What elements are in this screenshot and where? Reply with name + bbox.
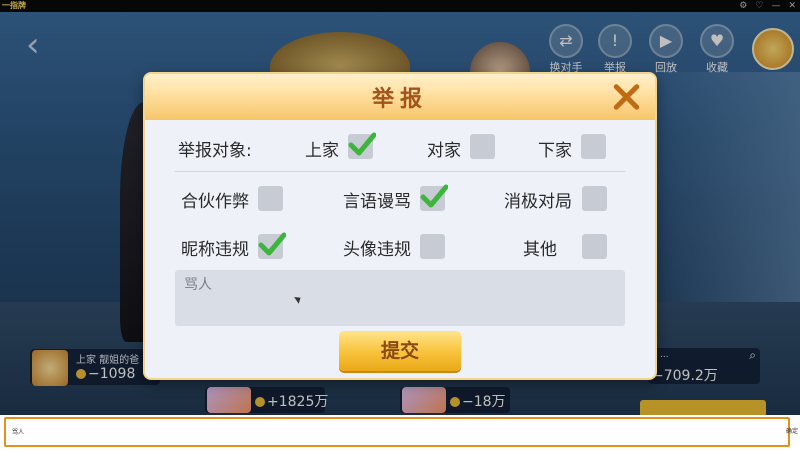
reason-other-label: 其他 [523,240,557,260]
reason-avatar-checkbox[interactable] [420,234,445,259]
submit-button[interactable]: 提交 [339,331,461,371]
reason-passive-checkbox[interactable] [582,186,607,211]
checkmark-icon [420,184,448,208]
target-lower-label: 下家 [538,141,572,161]
target-lower-checkbox[interactable] [581,134,606,159]
reason-abuse-label: 言语谩骂 [343,192,411,212]
reason-other-checkbox[interactable] [582,234,607,259]
reason-passive-label: 消极对局 [504,192,572,212]
chat-input[interactable]: 骂人 [4,417,790,447]
reason-nickname-label: 昵称违规 [181,240,249,260]
reason-collusion-checkbox[interactable] [258,186,283,211]
divider [175,171,625,172]
reason-collusion-label: 合伙作弊 [181,192,249,212]
dialog-header: 举报 [145,74,655,120]
reason-avatar-label: 头像违规 [343,240,411,260]
chat-input-text: 骂人 [12,429,25,436]
target-upper-checkbox[interactable] [348,132,376,159]
report-dialog: 举报 举报对象: 上家 对家 下家 合伙作弊 言语谩骂 消极对局 昵称违规 头像… [145,74,655,378]
comment-textarea[interactable]: 骂人 [175,270,625,326]
chat-bar: 骂人 确定 [0,415,800,450]
report-target-label: 举报对象: [178,141,252,161]
target-opposite-label: 对家 [427,141,461,161]
reason-nickname-checkbox[interactable] [258,232,286,259]
checkmark-icon [348,132,376,156]
target-upper-label: 上家 [305,141,339,161]
target-opposite-checkbox[interactable] [470,134,495,159]
checkmark-icon [258,232,286,256]
comment-text: 骂人 [184,277,212,293]
dialog-title: 举报 [371,86,428,112]
reason-abuse-checkbox[interactable] [420,184,448,211]
send-button[interactable]: 确定 [786,426,798,435]
close-button[interactable] [611,82,641,112]
